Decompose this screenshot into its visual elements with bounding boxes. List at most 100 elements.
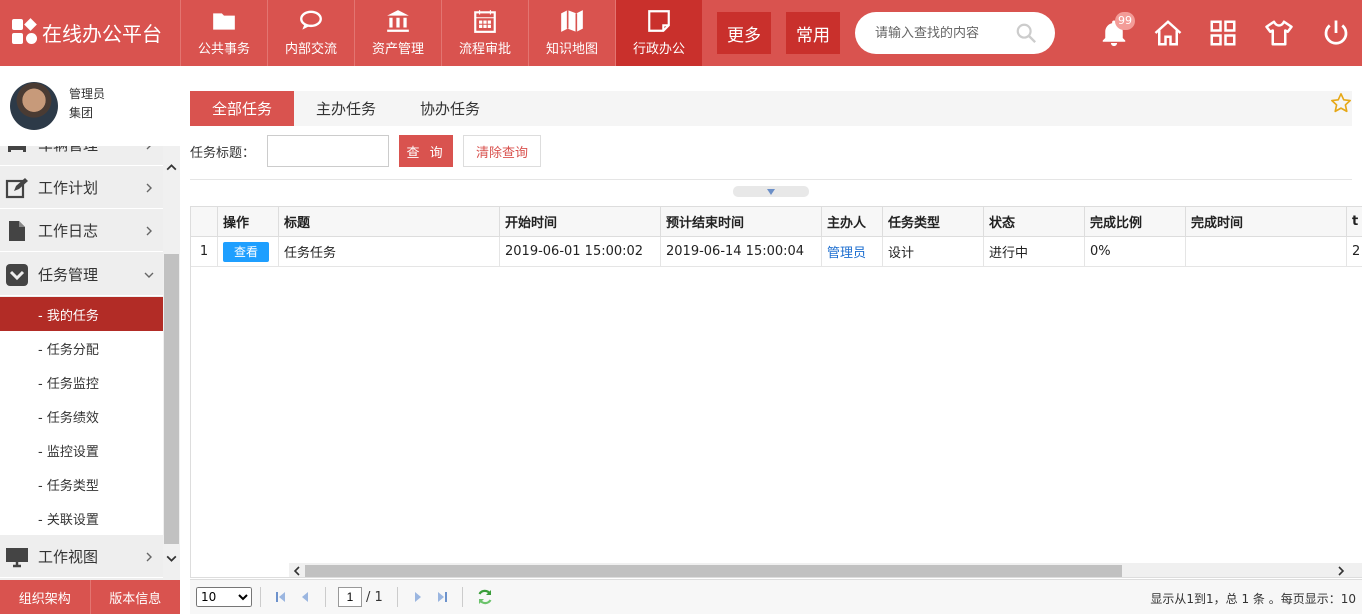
nav-item-process-approval[interactable]: 流程审批 [441,0,528,66]
table-header: 操作 标题 开始时间 预计结束时间 主办人 任务类型 状态 完成比例 完成时间 … [191,207,1362,237]
common-button[interactable]: 常用 [786,12,840,54]
nav-item-asset-management[interactable]: 资产管理 [354,0,441,66]
nav-item-knowledge-map[interactable]: 知识地图 [528,0,615,66]
nav-label: 资产管理 [371,42,424,57]
table-horizontal-scrollbar[interactable] [289,563,1362,577]
chevron-right-icon [146,552,152,561]
sidebar-subitem-task-assignment[interactable]: - 任务分配 [0,331,163,365]
sidebar-item-work-plan[interactable]: 工作计划 [0,167,163,209]
column-header[interactable]: 开始时间 [500,207,661,236]
star-icon[interactable] [1330,92,1352,114]
column-header[interactable]: 完成时间 [1186,207,1347,236]
shirt-icon[interactable] [1264,18,1294,48]
car-icon [8,146,26,152]
page-number-input[interactable] [338,587,362,607]
title-cell: 任务任务 [279,237,500,266]
end-time-cell: 2019-06-14 15:00:04 [661,237,822,266]
sidebar-scroll-thumb[interactable] [164,254,179,544]
nav-item-public-affairs[interactable]: 公共事务 [180,0,267,66]
search-icon[interactable] [1015,22,1037,44]
sidebar-subitem-related-settings[interactable]: - 关联设置 [0,501,163,535]
scroll-left-icon[interactable] [291,565,303,577]
owner-link[interactable]: 管理员 [822,237,883,266]
column-header[interactable]: 主办人 [822,207,883,236]
column-header[interactable]: 状态 [984,207,1085,236]
triangle-down-icon [767,188,775,195]
refresh-icon[interactable] [476,588,494,606]
tab-all-tasks[interactable]: 全部任务 [190,91,294,126]
sidebar-item-vehicle-management[interactable]: 车辆管理 [0,146,163,166]
main-nav: 公共事务 内部交流 资产管理 流程审批 知识地图 行政办公 [180,0,702,66]
column-header[interactable]: 操作 [218,207,279,236]
power-icon[interactable] [1321,18,1351,48]
scroll-up-icon[interactable] [165,161,178,174]
app-title: 在线办公平台 [42,21,162,46]
avatar[interactable] [10,82,58,130]
tab-assist-tasks[interactable]: 协办任务 [398,91,502,126]
more-button[interactable]: 更多 [717,12,771,54]
query-button[interactable]: 查 询 [399,135,454,167]
sidebar-item-label: 工作视图 [38,548,99,566]
column-header[interactable]: t [1347,207,1362,236]
first-page-icon[interactable] [274,590,288,604]
column-header [191,207,218,236]
sidebar-item-work-view[interactable]: 工作视图 [0,536,163,578]
sidebar-scrollbar[interactable] [163,146,180,580]
clear-query-button[interactable]: 清除查询 [463,135,542,167]
column-header[interactable]: 预计结束时间 [661,207,822,236]
column-header[interactable]: 任务类型 [883,207,984,236]
table-scroll-thumb[interactable] [305,565,1122,577]
map-icon [561,10,583,32]
page-size-select[interactable]: 10 [196,587,252,607]
task-tabs: 全部任务 主办任务 协办任务 [190,91,1352,126]
sidebar-subitem-task-monitoring[interactable]: - 任务监控 [0,365,163,399]
bank-icon [387,10,409,32]
sidebar-subitem-monitor-settings[interactable]: - 监控设置 [0,433,163,467]
sidebar-item-work-log[interactable]: 工作日志 [0,210,163,252]
sidebar-subitem-task-types[interactable]: - 任务类型 [0,467,163,501]
task-title-label: 任务标题： [190,145,256,161]
version-info-button[interactable]: 版本信息 [91,580,181,614]
task-table: 操作 标题 开始时间 预计结束时间 主办人 任务类型 状态 完成比例 完成时间 … [190,206,1362,578]
pager-separator [325,587,326,607]
search-box [855,12,1055,54]
org-structure-button[interactable]: 组织架构 [0,580,91,614]
scroll-down-icon[interactable] [165,552,178,565]
column-header[interactable]: 完成比例 [1085,207,1186,236]
note-icon [648,10,670,32]
sidebar-item-task-management[interactable]: 任务管理 [0,254,163,296]
collapse-handle[interactable] [733,186,809,197]
task-title-input[interactable] [267,135,390,167]
tab-host-tasks[interactable]: 主办任务 [294,91,398,126]
pagination-bar: 10 / 1 显示从1到1，总 1 条 。每页显示：10 [190,579,1362,614]
nav-item-internal-communication[interactable]: 内部交流 [267,0,354,66]
sidebar-subitem-task-performance[interactable]: - 任务绩效 [0,399,163,433]
last-page-icon[interactable] [435,590,449,604]
search-input[interactable] [875,25,1015,41]
view-button[interactable]: 查看 [223,241,269,262]
filter-bar: 任务标题： 查 询 清除查询 [190,135,542,167]
nav-label: 行政办公 [632,42,685,57]
nav-item-administrative-office[interactable]: 行政办公 [615,0,702,66]
prev-page-icon[interactable] [298,590,312,604]
sidebar-item-label: 车辆管理 [38,146,143,155]
nav-label: 知识地图 [545,42,598,57]
extra-cell: 2 [1347,237,1362,266]
home-icon[interactable] [1153,18,1183,48]
sidebar-footer: 组织架构 版本信息 [0,580,180,614]
grid-icon[interactable] [1208,18,1238,48]
column-header[interactable]: 标题 [279,207,500,236]
pager-separator [260,587,261,607]
scroll-right-icon[interactable] [1335,565,1347,577]
chat-icon [300,10,322,30]
chevron-right-icon [146,183,152,192]
top-bar: 在线办公平台 公共事务 内部交流 资产管理 流程审批 知识地图 行政办公 更多 … [0,0,1362,66]
sidebar-item-label: 工作日志 [38,222,99,240]
next-page-icon[interactable] [411,590,425,604]
table-row[interactable]: 1 查看 任务任务 2019-06-01 15:00:02 2019-06-14… [191,237,1362,267]
app-logo[interactable]: 在线办公平台 [12,16,162,48]
sidebar-item-label: 任务管理 [38,266,99,284]
sidebar-subitem-my-tasks[interactable]: - 我的任务 [0,297,163,331]
chevron-right-icon [146,226,152,235]
monitor-icon [6,547,28,567]
